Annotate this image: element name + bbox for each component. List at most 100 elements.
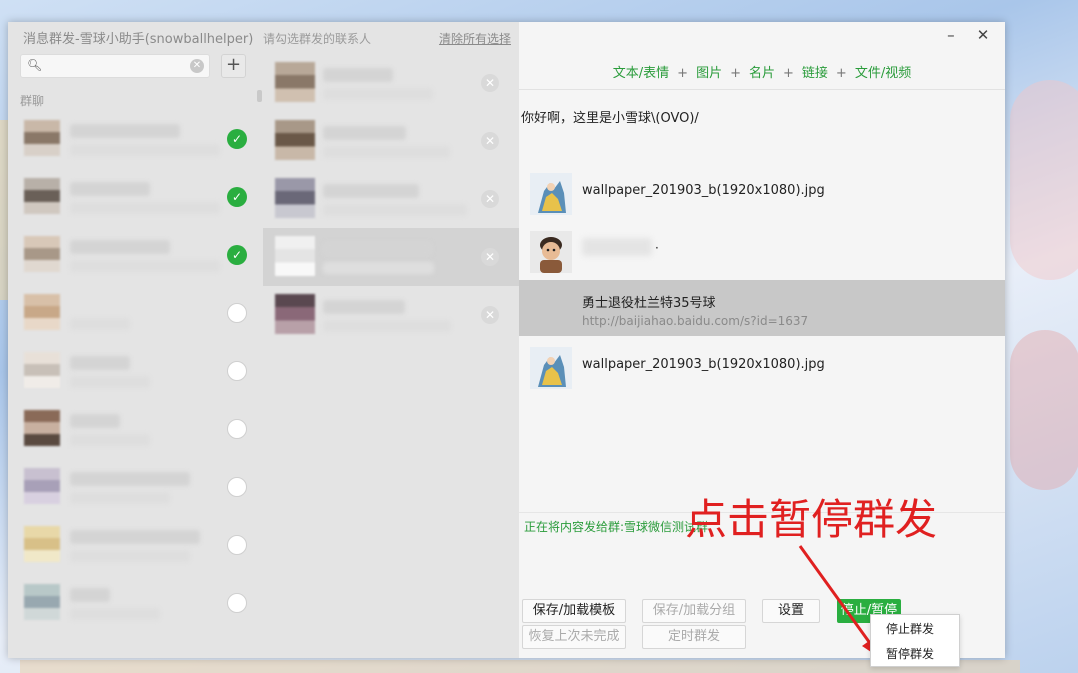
- selected-contact-row[interactable]: ✕: [263, 228, 519, 286]
- group-name: [70, 124, 180, 138]
- toolbar-file-video[interactable]: 文件/视频: [855, 66, 911, 81]
- image-thumbnail: [530, 173, 572, 215]
- group-subtitle: [70, 434, 150, 446]
- toolbar-separator: +: [835, 66, 847, 81]
- group-name: [70, 414, 120, 428]
- remove-contact-icon[interactable]: ✕: [481, 132, 499, 150]
- contact-subtitle: [323, 262, 434, 274]
- search-icon: 🔍︎: [27, 58, 43, 72]
- contact-name: [323, 300, 405, 314]
- group-name: [70, 588, 110, 602]
- attachment-image-1[interactable]: wallpaper_201903_b(1920x1080).jpg: [519, 166, 1005, 222]
- group-subtitle: [70, 492, 170, 504]
- toolbar-text-emoji[interactable]: 文本/表情: [613, 66, 669, 81]
- group-row[interactable]: [8, 284, 263, 342]
- group-subtitle: [70, 608, 160, 620]
- group-row[interactable]: ✓: [8, 168, 263, 226]
- group-row[interactable]: ✓: [8, 110, 263, 168]
- settings-button[interactable]: 设置: [762, 599, 820, 623]
- contact-subtitle: [323, 88, 433, 100]
- group-row[interactable]: ✓: [8, 226, 263, 284]
- menu-item-pause[interactable]: 暂停群发: [871, 642, 959, 667]
- checked-icon[interactable]: ✓: [227, 245, 247, 265]
- group-avatar: [24, 526, 60, 562]
- group-row[interactable]: [8, 574, 263, 632]
- compose-panel: – ✕ 文本/表情 + 图片 + 名片 + 链接 + 文件/视频 你好啊，这里是小雪球\(OVO…: [519, 22, 1005, 658]
- contact-avatar: [275, 294, 315, 334]
- selected-contact-row[interactable]: ✕: [263, 54, 519, 112]
- unchecked-icon[interactable]: [227, 535, 247, 555]
- toolbar-separator: +: [783, 66, 794, 81]
- menu-item-stop[interactable]: 停止群发: [871, 617, 959, 642]
- unchecked-icon[interactable]: [227, 361, 247, 381]
- toolbar-link[interactable]: 链接: [802, 66, 828, 81]
- group-avatar: [24, 584, 60, 620]
- group-list-panel: 消息群发-雪球小助手(snowballhelper) 🔍︎ ✕ + 群聊 ✓ ✓ ✓: [8, 22, 263, 658]
- remove-contact-icon[interactable]: ✕: [481, 306, 499, 324]
- group-list: ✓ ✓ ✓: [8, 110, 263, 632]
- resume-unfinished-button[interactable]: 恢复上次未完成: [522, 625, 626, 649]
- group-row[interactable]: [8, 400, 263, 458]
- card-dot: ·: [655, 241, 659, 255]
- remove-contact-icon[interactable]: ✕: [481, 74, 499, 92]
- card-avatar: [530, 231, 572, 273]
- unchecked-icon[interactable]: [227, 477, 247, 497]
- contact-subtitle: [323, 204, 467, 216]
- selected-contact-row[interactable]: ✕: [263, 170, 519, 228]
- group-name: [70, 356, 130, 370]
- contact-avatar: [275, 120, 315, 160]
- unchecked-icon[interactable]: [227, 593, 247, 613]
- remove-contact-icon[interactable]: ✕: [481, 190, 499, 208]
- contact-name: [323, 184, 419, 198]
- message-text[interactable]: 你好啊，这里是小雪球\(OVO)/: [521, 107, 699, 126]
- group-name: [70, 240, 170, 254]
- selected-contact-row[interactable]: ✕: [263, 112, 519, 170]
- checked-icon[interactable]: ✓: [227, 187, 247, 207]
- save-load-group-button[interactable]: 保存/加载分组: [642, 599, 746, 623]
- toolbar-separator: +: [677, 66, 689, 81]
- contact-name: [323, 126, 406, 140]
- toolbar-image[interactable]: 图片: [696, 66, 722, 81]
- group-avatar: [24, 468, 60, 504]
- checked-icon[interactable]: ✓: [227, 129, 247, 149]
- group-name: [70, 472, 190, 486]
- group-avatar: [24, 410, 60, 446]
- image-thumbnail: [530, 347, 572, 389]
- contact-subtitle: [323, 146, 450, 158]
- remove-contact-icon[interactable]: ✕: [481, 248, 499, 266]
- window-title: 消息群发-雪球小助手(snowballhelper): [23, 32, 254, 47]
- contact-avatar: [275, 62, 315, 102]
- attachment-card[interactable]: ·: [519, 224, 1005, 280]
- group-row[interactable]: [8, 342, 263, 400]
- add-button[interactable]: +: [221, 54, 246, 78]
- attachment-filename: wallpaper_201903_b(1920x1080).jpg: [582, 357, 825, 372]
- unchecked-icon[interactable]: [227, 303, 247, 323]
- group-row[interactable]: [8, 516, 263, 574]
- attachment-link[interactable]: 勇士退役杜兰特35号球 http://baijiahao.baidu.com/s…: [519, 280, 1005, 336]
- clear-search-icon[interactable]: ✕: [190, 59, 204, 73]
- group-avatar: [24, 120, 60, 156]
- attachment-image-2[interactable]: wallpaper_201903_b(1920x1080).jpg: [519, 340, 1005, 396]
- group-subtitle: [70, 376, 150, 388]
- mass-message-window: 消息群发-雪球小助手(snowballhelper) 🔍︎ ✕ + 群聊 ✓ ✓ ✓…: [8, 22, 1005, 658]
- attachment-filename: wallpaper_201903_b(1920x1080).jpg: [582, 183, 825, 198]
- toolbar-divider: [519, 89, 1005, 90]
- save-load-template-button[interactable]: 保存/加载模板: [522, 599, 626, 623]
- unchecked-icon[interactable]: [227, 419, 247, 439]
- select-hint: 请勾选群发的联系人: [263, 32, 372, 46]
- clear-all-link[interactable]: 清除所有选择: [439, 30, 511, 47]
- scrollbar[interactable]: [257, 90, 262, 102]
- link-title: 勇士退役杜兰特35号球: [582, 296, 716, 311]
- group-row[interactable]: [8, 458, 263, 516]
- selected-contact-row[interactable]: ✕: [263, 286, 519, 344]
- contact-avatar: [275, 178, 315, 218]
- toolbar-card[interactable]: 名片: [749, 66, 775, 81]
- search-input[interactable]: [43, 57, 183, 75]
- group-subtitle: [70, 318, 130, 330]
- minimize-button[interactable]: –: [937, 26, 965, 44]
- close-button[interactable]: ✕: [969, 26, 997, 44]
- timed-send-button[interactable]: 定时群发: [642, 625, 746, 649]
- group-avatar: [24, 236, 60, 272]
- group-name: [70, 182, 150, 196]
- search-box[interactable]: 🔍︎ ✕: [20, 54, 210, 78]
